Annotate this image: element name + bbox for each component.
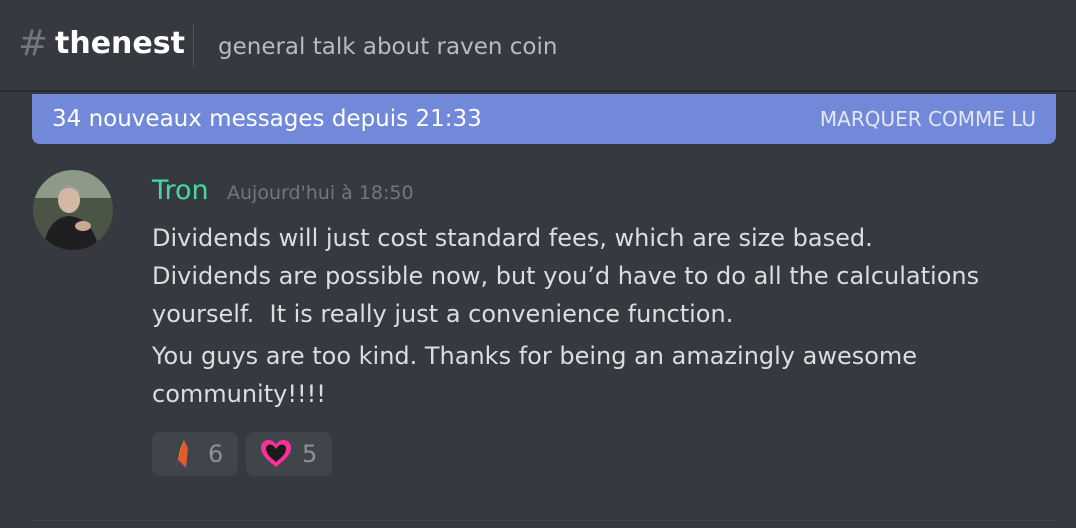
- message-author[interactable]: Tron: [152, 174, 209, 208]
- new-messages-bar[interactable]: 34 nouveaux messages depuis 21:33 MARQUE…: [32, 94, 1056, 144]
- message-timestamp: Aujourd'hui à 18:50: [227, 182, 414, 204]
- avatar-photo-icon: [33, 170, 113, 250]
- mark-as-read-button[interactable]: MARQUER COMME LU: [820, 104, 1036, 134]
- header-divider: [193, 24, 194, 66]
- message-text: You guys are too kind. Thanks for being …: [152, 342, 918, 408]
- reaction-count: 5: [302, 440, 318, 468]
- reaction-heart[interactable]: 5: [246, 432, 332, 476]
- hash-icon: #: [18, 23, 49, 64]
- message-divider: [32, 520, 1056, 521]
- heart-icon: [261, 440, 291, 467]
- raven-coin-icon: [176, 440, 188, 469]
- user-avatar[interactable]: [33, 170, 113, 250]
- channel-header: # thenest general talk about raven coin: [0, 0, 1076, 90]
- new-messages-text[interactable]: 34 nouveaux messages depuis 21:33: [52, 104, 482, 134]
- message-text: Dividends will just cost standard fees, …: [152, 224, 980, 328]
- reaction-count: 6: [208, 440, 224, 468]
- channel-topic[interactable]: general talk about raven coin: [218, 31, 557, 63]
- channel-name[interactable]: thenest: [55, 24, 185, 64]
- reaction-raven[interactable]: 6: [152, 432, 238, 476]
